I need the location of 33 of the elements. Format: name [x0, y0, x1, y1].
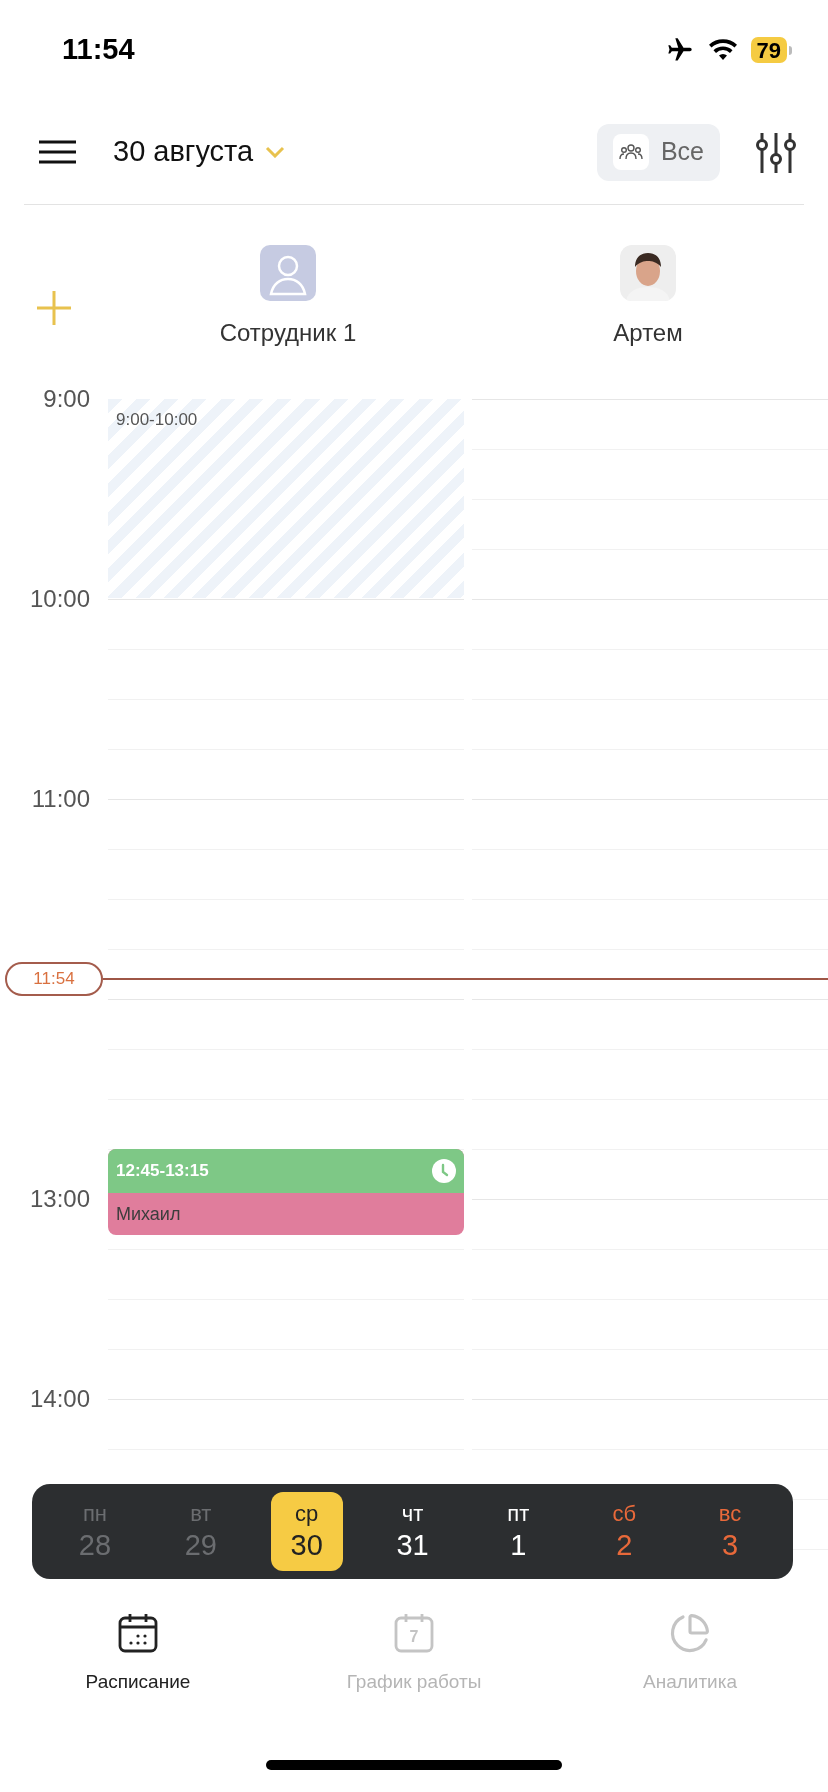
- status-time: 11:54: [62, 32, 135, 68]
- hour-label: 13:00: [29, 1184, 90, 1214]
- day-button[interactable]: чт 31: [376, 1492, 449, 1571]
- tab-bar-item[interactable]: Расписание: [0, 1612, 276, 1697]
- current-time-badge: 11:54: [5, 962, 103, 996]
- date-picker[interactable]: 30 августа: [113, 130, 286, 174]
- hour-label: 14:00: [29, 1384, 90, 1414]
- client-name: Михаил: [115, 1203, 182, 1226]
- day-button[interactable]: вт 29: [164, 1492, 237, 1571]
- day-button[interactable]: пт 1: [482, 1492, 555, 1571]
- calendar-icon: [117, 1612, 159, 1654]
- menu-icon[interactable]: [39, 140, 76, 164]
- clock-icon: [432, 1159, 456, 1183]
- day-button[interactable]: пн 28: [59, 1492, 131, 1571]
- appointment-time: 12:45-13:15: [116, 1160, 209, 1183]
- day-button[interactable]: сб 2: [588, 1492, 661, 1571]
- settings-icon[interactable]: [756, 131, 796, 173]
- appointment-card[interactable]: 12:45-13:15 Михаил: [108, 1149, 464, 1235]
- day-button[interactable]: ср 30: [270, 1492, 343, 1571]
- group-icon: [612, 134, 649, 170]
- employee-name: Артем: [613, 318, 683, 348]
- hour-label: 10:00: [29, 584, 90, 614]
- wifi-icon: [708, 39, 737, 61]
- employee-name: Сотрудник 1: [219, 318, 357, 348]
- blocked-time-slot[interactable]: 9:00-10:00: [108, 399, 464, 598]
- avatar-placeholder-icon: [260, 245, 316, 301]
- day-button[interactable]: вс 3: [694, 1492, 766, 1571]
- hour-label: 11:00: [31, 784, 90, 814]
- staff-filter-button[interactable]: Все: [596, 123, 720, 181]
- chevron-down-icon: [265, 146, 286, 158]
- pie-chart-icon: [669, 1612, 711, 1654]
- slot-time: 9:00-10:00: [116, 410, 198, 429]
- hour-label: 9:00: [43, 384, 90, 414]
